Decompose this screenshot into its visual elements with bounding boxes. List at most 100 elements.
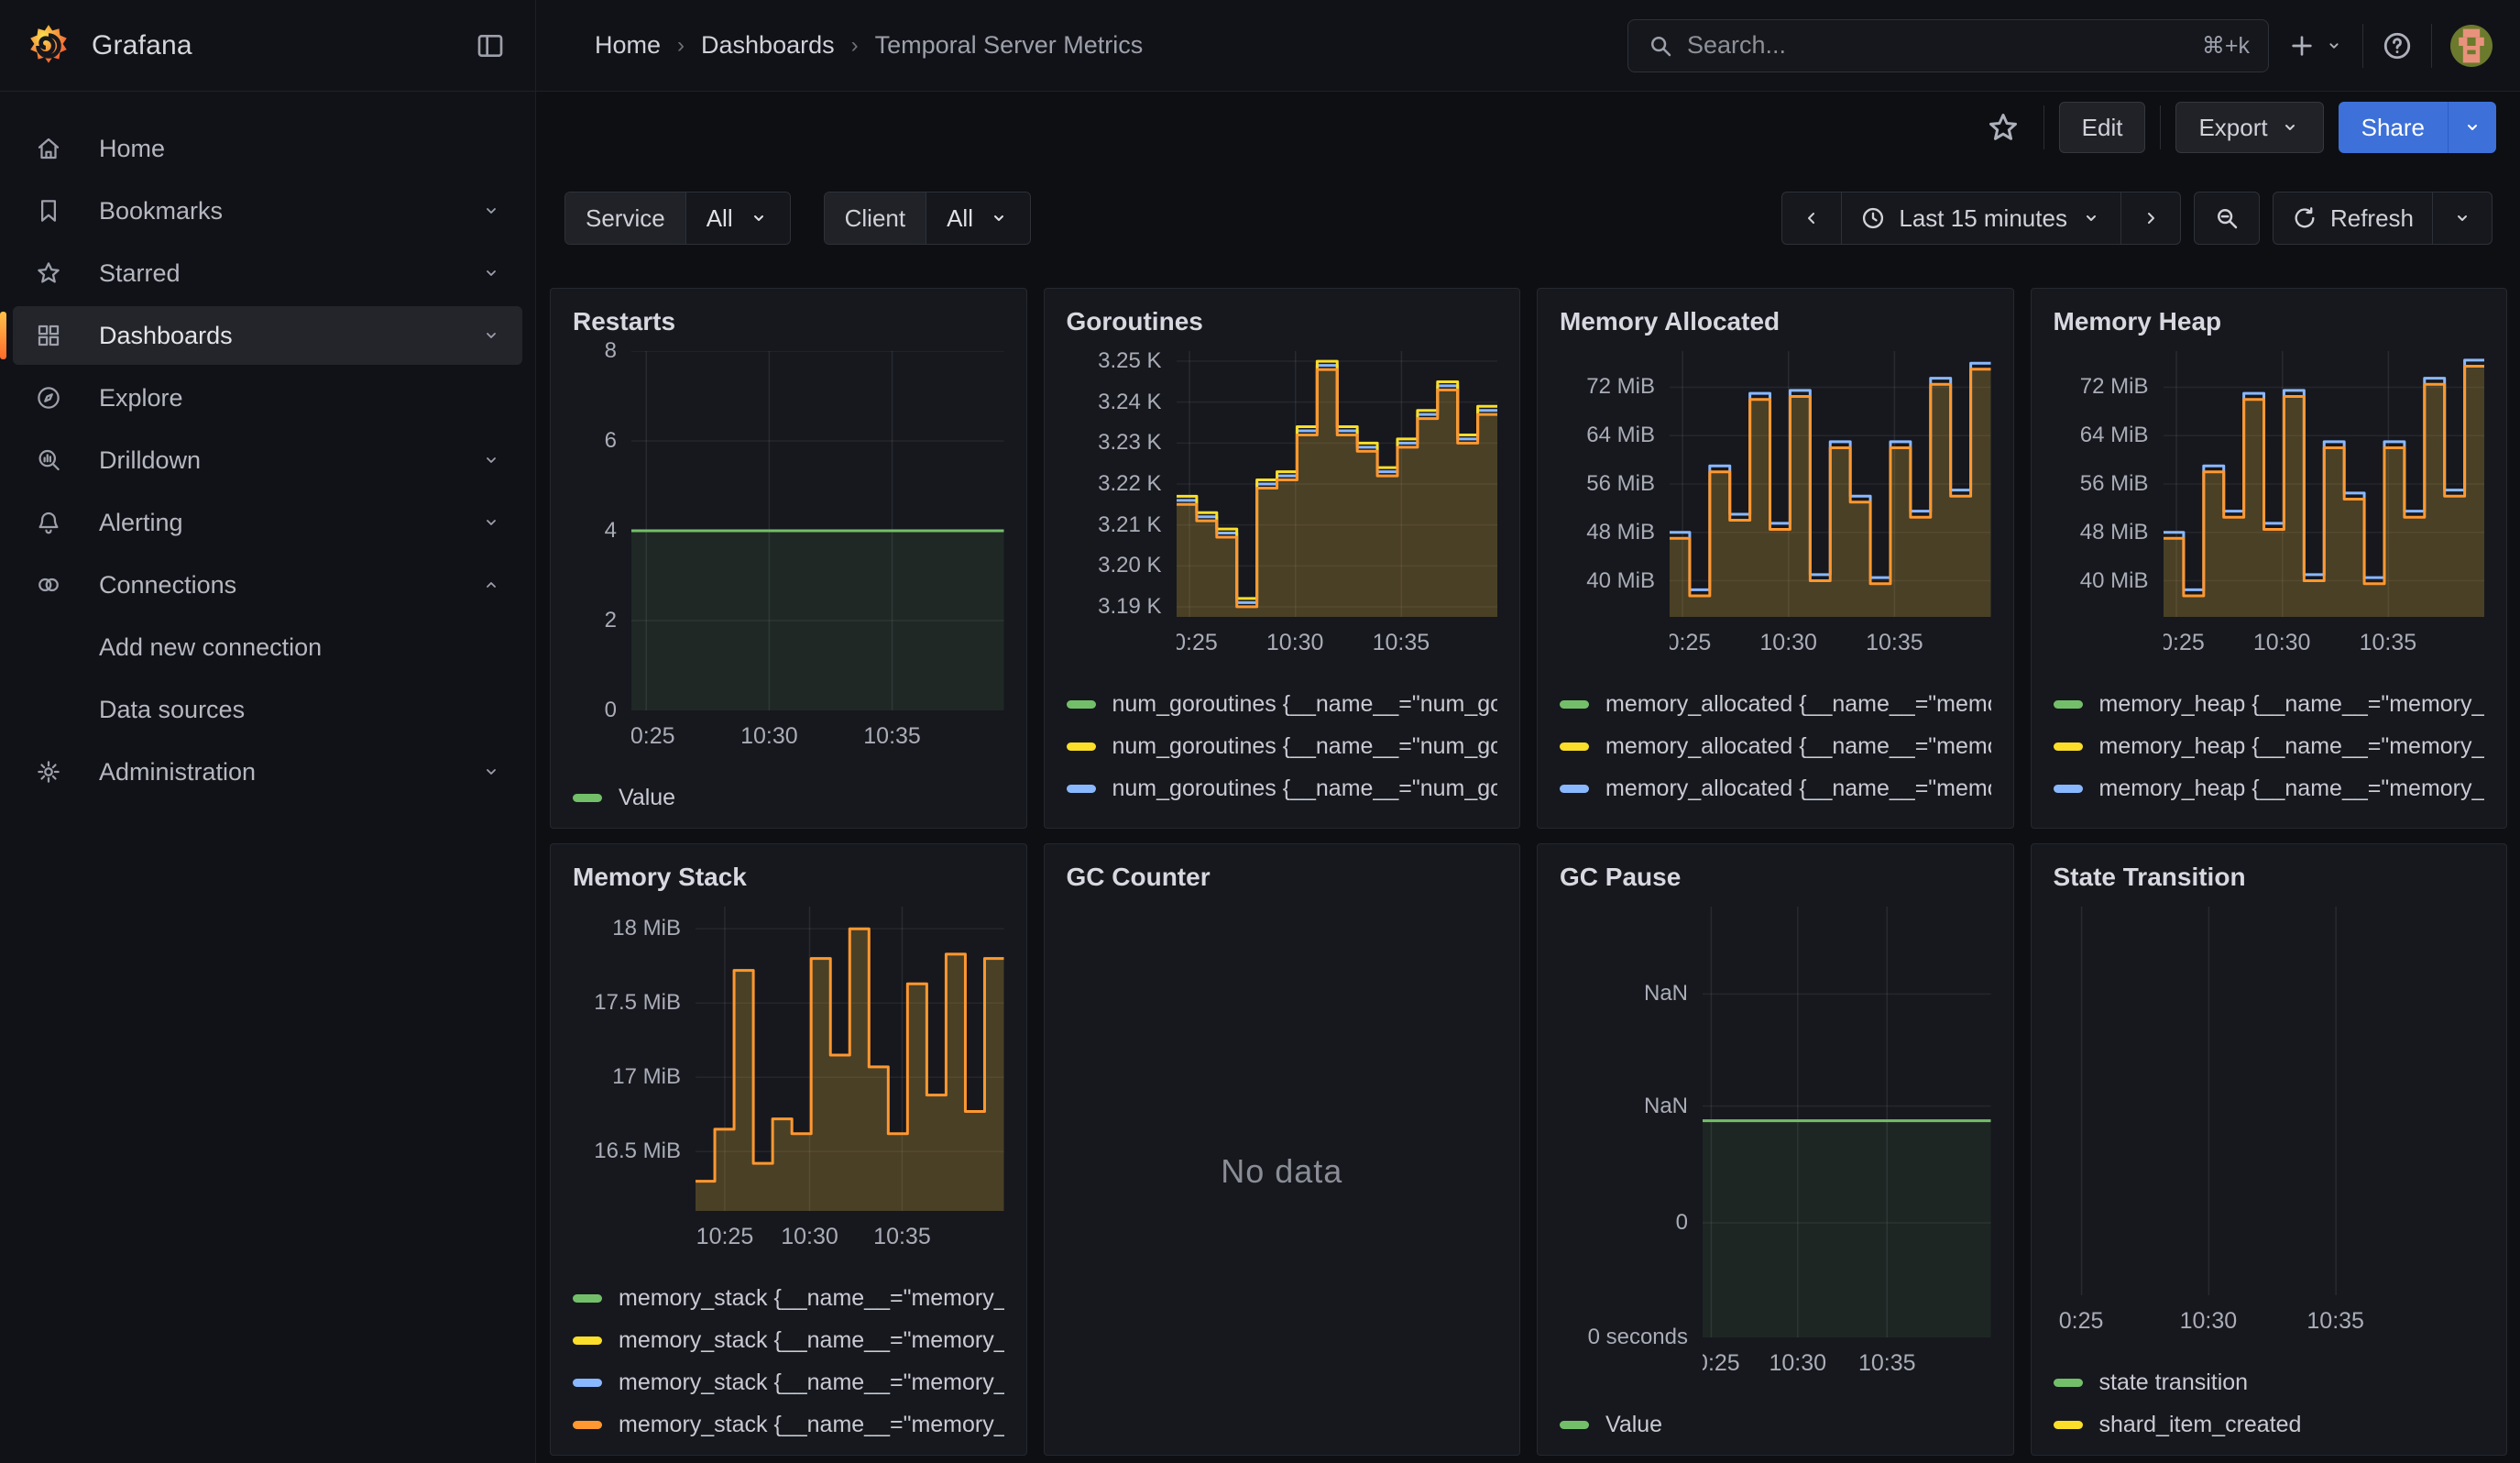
chart-area: 86420 <box>573 351 1004 710</box>
service-variable-dropdown[interactable]: Service All <box>564 192 791 245</box>
sidebar-item-dashboards[interactable]: Dashboards <box>13 306 522 365</box>
sidebar-item-administration[interactable]: Administration <box>13 742 522 801</box>
favorite-star-icon[interactable] <box>1978 111 2029 144</box>
search-box[interactable]: ⌘+k <box>1627 19 2269 72</box>
panel-title[interactable]: GC Pause <box>1560 863 1991 903</box>
chevron-down-icon <box>480 200 502 222</box>
plot-region <box>2054 907 2485 1295</box>
chevron-left-icon <box>1801 207 1823 229</box>
breadcrumb: Home › Dashboards › Temporal Server Metr… <box>536 31 1143 60</box>
breadcrumb-dashboards[interactable]: Dashboards <box>701 31 835 60</box>
panel-title[interactable]: Memory Heap <box>2054 307 2485 347</box>
help-button[interactable] <box>2382 30 2413 61</box>
user-avatar[interactable] <box>2450 25 2493 67</box>
sidebar-item-add-new-connection[interactable]: Add new connection <box>13 618 522 676</box>
time-range-picker[interactable]: Last 15 minutes <box>1841 192 2120 244</box>
legend-item[interactable]: memory_allocated {__name__="memo <box>1560 773 1991 804</box>
legend-item-label: memory_heap {__name__="memory_h <box>2099 691 2485 718</box>
legend-item[interactable]: memory_allocated {__name__="memo <box>1560 688 1991 720</box>
legend-item[interactable]: memory_heap {__name__="memory_h <box>2054 688 2485 720</box>
links-icon <box>35 571 62 599</box>
chevron-down-icon <box>2279 116 2301 138</box>
zoom-out-button[interactable] <box>2195 192 2259 244</box>
legend-item[interactable]: memory_allocated {__name__="memo <box>1560 731 1991 762</box>
legend-item-label: memory_stack {__name__="memory_s <box>619 1327 1004 1354</box>
panel-state_transition: State Transition 0:2510:3010:35 state tran… <box>2031 843 2508 1456</box>
legend-item[interactable]: shard_item_created <box>2054 1409 2485 1440</box>
topbar-actions: ⌘+k <box>1627 19 2520 72</box>
legend-item-label: memory_allocated {__name__="memo <box>1605 733 1991 760</box>
chart-area: NaNNaN00 seconds <box>1560 907 1991 1337</box>
sidebar-navigation: HomeBookmarksStarredDashboardsExploreDri… <box>0 92 536 1463</box>
y-axis: 3.25 K3.24 K3.23 K3.22 K3.21 K3.20 K3.19… <box>1067 351 1177 617</box>
sidebar-item-bookmarks[interactable]: Bookmarks <box>13 182 522 240</box>
breadcrumb-separator: › <box>677 33 685 59</box>
panel-title[interactable]: Restarts <box>573 307 1004 347</box>
sidebar-item-explore[interactable]: Explore <box>13 368 522 427</box>
legend-item[interactable]: memory_stack {__name__="memory_s <box>573 1282 1004 1314</box>
x-axis-tick-label: 10:30 <box>2253 630 2311 656</box>
x-axis-tick-label: 10:30 <box>1266 630 1324 656</box>
panel-title[interactable]: State Transition <box>2054 863 2485 903</box>
legend-item[interactable]: memory_stack {__name__="memory_s <box>573 1409 1004 1440</box>
legend-item[interactable]: num_goroutines {__name__="num_go <box>1067 688 1498 720</box>
x-axis-tick-label: 10:25 <box>2164 630 2205 656</box>
legend-item[interactable]: num_goroutines {__name__="num_go <box>1067 731 1498 762</box>
y-axis-tick-label: 4 <box>605 518 617 544</box>
share-menu-button[interactable] <box>2448 102 2496 153</box>
y-axis-tick-label: 3.23 K <box>1098 430 1161 456</box>
panel-title[interactable]: Memory Allocated <box>1560 307 1991 347</box>
refresh-button[interactable]: Refresh <box>2273 192 2432 244</box>
chart-area <box>2054 907 2485 1295</box>
client-variable-dropdown[interactable]: Client All <box>824 192 1031 245</box>
edit-button[interactable]: Edit <box>2059 102 2146 153</box>
legend-item[interactable]: num_goroutines {__name__="num_go <box>1067 773 1498 804</box>
sidebar-item-label: Add new connection <box>99 633 322 662</box>
y-axis-tick-label: 64 MiB <box>1586 423 1655 448</box>
time-shift-forward-button[interactable] <box>2120 192 2180 244</box>
sidebar-item-starred[interactable]: Starred <box>13 244 522 302</box>
plot-region <box>1177 351 1498 617</box>
panel-title[interactable]: Goroutines <box>1067 307 1498 347</box>
chart-area: 72 MiB64 MiB56 MiB48 MiB40 MiB <box>1560 351 1991 617</box>
legend-item[interactable]: Value <box>1560 1409 1991 1440</box>
divider <box>2362 24 2363 68</box>
time-shift-back-button[interactable] <box>1782 192 1841 244</box>
sidebar-item-connections[interactable]: Connections <box>13 556 522 614</box>
legend: state transition shard_item_created <box>2054 1356 2485 1440</box>
refresh-interval-button[interactable] <box>2432 192 2492 244</box>
legend-color-swatch <box>2054 785 2083 793</box>
share-button[interactable]: Share <box>2339 102 2448 153</box>
sidebar-item-home[interactable]: Home <box>13 119 522 178</box>
x-axis: 0:2510:3010:35 <box>2054 1303 2485 1343</box>
legend-item[interactable]: state transition <box>2054 1367 2485 1398</box>
sidebar-item-data-sources[interactable]: Data sources <box>13 680 522 739</box>
chevron-up-icon <box>480 574 502 596</box>
legend-item[interactable]: memory_heap {__name__="memory_h <box>2054 731 2485 762</box>
x-axis-tick-label: 10:30 <box>1769 1350 1827 1377</box>
y-axis-tick-label: 48 MiB <box>2080 520 2149 545</box>
y-axis-tick-label: 0 seconds <box>1588 1325 1688 1350</box>
clock-icon <box>1860 205 1886 231</box>
sidebar-item-alerting[interactable]: Alerting <box>13 493 522 552</box>
zoom-out-icon <box>2213 204 2241 232</box>
export-button[interactable]: Export <box>2175 102 2323 153</box>
legend-color-swatch <box>1067 785 1096 793</box>
y-axis: 72 MiB64 MiB56 MiB48 MiB40 MiB <box>1560 351 1670 617</box>
legend-item[interactable]: memory_stack {__name__="memory_s <box>573 1367 1004 1398</box>
y-axis-tick-label: 8 <box>605 338 617 364</box>
legend-item[interactable]: memory_stack {__name__="memory_s <box>573 1325 1004 1356</box>
panel-title[interactable]: GC Counter <box>1067 863 1498 903</box>
x-axis: 10:2510:3010:35 <box>696 1218 1004 1259</box>
sidebar-item-drilldown[interactable]: Drilldown <box>13 431 522 490</box>
breadcrumb-home[interactable]: Home <box>595 31 661 60</box>
panel-title[interactable]: Memory Stack <box>573 863 1004 903</box>
y-axis-tick-label: 3.24 K <box>1098 390 1161 415</box>
y-axis-tick-label: 3.21 K <box>1098 512 1161 538</box>
legend-item[interactable]: memory_heap {__name__="memory_h <box>2054 773 2485 804</box>
add-new-button[interactable] <box>2287 31 2344 60</box>
x-axis-tick-label: 10:30 <box>2180 1308 2238 1335</box>
legend-item[interactable]: Value <box>573 782 1004 813</box>
search-input[interactable] <box>1687 31 2189 60</box>
sidebar-toggle-icon[interactable] <box>470 26 510 66</box>
